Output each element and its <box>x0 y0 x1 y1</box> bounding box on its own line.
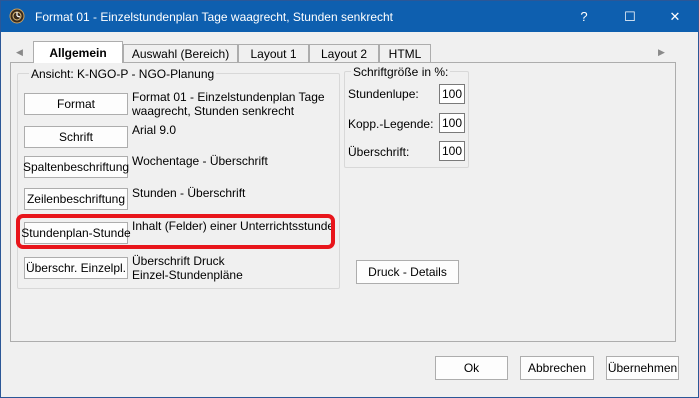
ok-button[interactable]: Ok <box>435 356 508 380</box>
tab-auswahl-bereich[interactable]: Auswahl (Bereich) <box>123 44 238 62</box>
stundenplan-stunde-desc: Inhalt (Felder) einer Unterrichtsstunde <box>132 219 335 233</box>
stundenlupe-label: Stundenlupe: <box>348 87 419 101</box>
ueberschr-einzelpl-desc-line2: Einzel-Stundenpläne <box>132 268 243 282</box>
apply-button[interactable]: Übernehmen <box>606 356 679 380</box>
cancel-button[interactable]: Abbrechen <box>520 356 594 380</box>
tab-allgemein[interactable]: Allgemein <box>33 41 123 63</box>
title-bar: Format 01 - Einzelstundenplan Tage waagr… <box>1 1 698 32</box>
format-desc-line2: waagrecht, Stunden senkrecht <box>132 104 295 118</box>
ueberschr-einzelpl-button[interactable]: Überschr. Einzelpl. <box>24 257 128 279</box>
schriftgroesse-group-label: Schriftgröße in %: <box>351 65 451 79</box>
spaltenbeschriftung-button[interactable]: Spaltenbeschriftung <box>23 156 129 178</box>
format-button[interactable]: Format <box>24 93 128 115</box>
tab-scroll-right-icon[interactable]: ▶ <box>658 47 665 58</box>
close-button[interactable]: ✕ <box>652 1 698 32</box>
ueberschr-einzelpl-desc-line1: Überschrift Druck <box>132 254 225 268</box>
ueberschrift-label: Überschrift: <box>348 145 410 159</box>
ueberschrift-input[interactable]: 100 <box>439 141 465 161</box>
ansicht-group-label: Ansicht: K-NGO-P - NGO-Planung <box>29 67 217 81</box>
maximize-button[interactable]: ☐ <box>607 1 653 32</box>
tab-layout-2[interactable]: Layout 2 <box>309 44 379 62</box>
help-button[interactable]: ? <box>561 1 607 32</box>
zeilenbeschriftung-desc: Stunden - Überschrift <box>132 186 246 200</box>
druck-details-button[interactable]: Druck - Details <box>356 260 459 284</box>
tab-layout-1[interactable]: Layout 1 <box>238 44 309 62</box>
format-desc-line1: Format 01 - Einzelstundenplan Tage <box>132 90 325 104</box>
kopp-legende-label: Kopp.-Legende: <box>348 117 434 131</box>
stundenlupe-input[interactable]: 100 <box>439 84 465 104</box>
zeilenbeschriftung-button[interactable]: Zeilenbeschriftung <box>24 188 128 210</box>
schrift-button[interactable]: Schrift <box>24 126 128 148</box>
stundenplan-stunde-button[interactable]: Stundenplan-Stunde <box>21 222 131 244</box>
kopp-legende-input[interactable]: 100 <box>439 113 465 133</box>
window-title: Format 01 - Einzelstundenplan Tage waagr… <box>35 10 393 24</box>
tab-html[interactable]: HTML <box>379 44 431 62</box>
dialog-window: Format 01 - Einzelstundenplan Tage waagr… <box>0 0 699 398</box>
app-icon <box>9 8 25 24</box>
spaltenbeschriftung-desc: Wochentage - Überschrift <box>132 154 268 168</box>
tab-scroll-left-icon[interactable]: ◀ <box>16 47 23 58</box>
schrift-desc: Arial 9.0 <box>132 123 177 137</box>
